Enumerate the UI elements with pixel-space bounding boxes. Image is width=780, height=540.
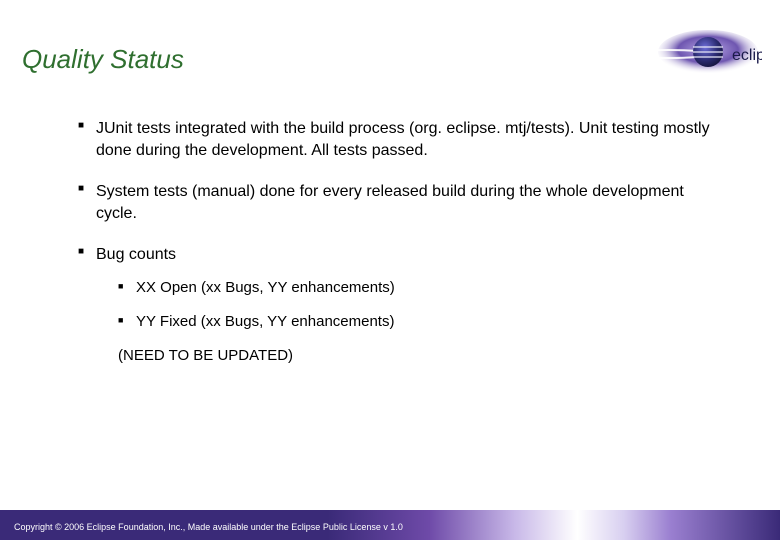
sub-bullet-item: YY Fixed (xx Bugs, YY enhancements) (118, 312, 718, 332)
bullet-list: JUnit tests integrated with the build pr… (78, 118, 718, 367)
bullet-item: Bug counts XX Open (xx Bugs, YY enhancem… (78, 244, 718, 366)
update-note: (NEED TO BE UPDATED) (118, 346, 718, 366)
bullet-item: JUnit tests integrated with the build pr… (78, 118, 718, 161)
copyright-text: Copyright © 2006 Eclipse Foundation, Inc… (14, 522, 403, 532)
bullet-item: System tests (manual) done for every rel… (78, 181, 718, 224)
slide-title: Quality Status (22, 44, 184, 75)
slide: Quality Status eclipse (0, 0, 780, 540)
eclipse-logo: eclipse (622, 28, 762, 80)
logo-text: eclipse (732, 47, 762, 64)
bullet-label: Bug counts (96, 246, 176, 263)
sub-bullet-item: XX Open (xx Bugs, YY enhancements) (118, 278, 718, 298)
slide-body: JUnit tests integrated with the build pr… (78, 118, 718, 387)
sub-bullet-list: XX Open (xx Bugs, YY enhancements) YY Fi… (118, 278, 718, 333)
footer-bar: Copyright © 2006 Eclipse Foundation, Inc… (0, 510, 780, 540)
